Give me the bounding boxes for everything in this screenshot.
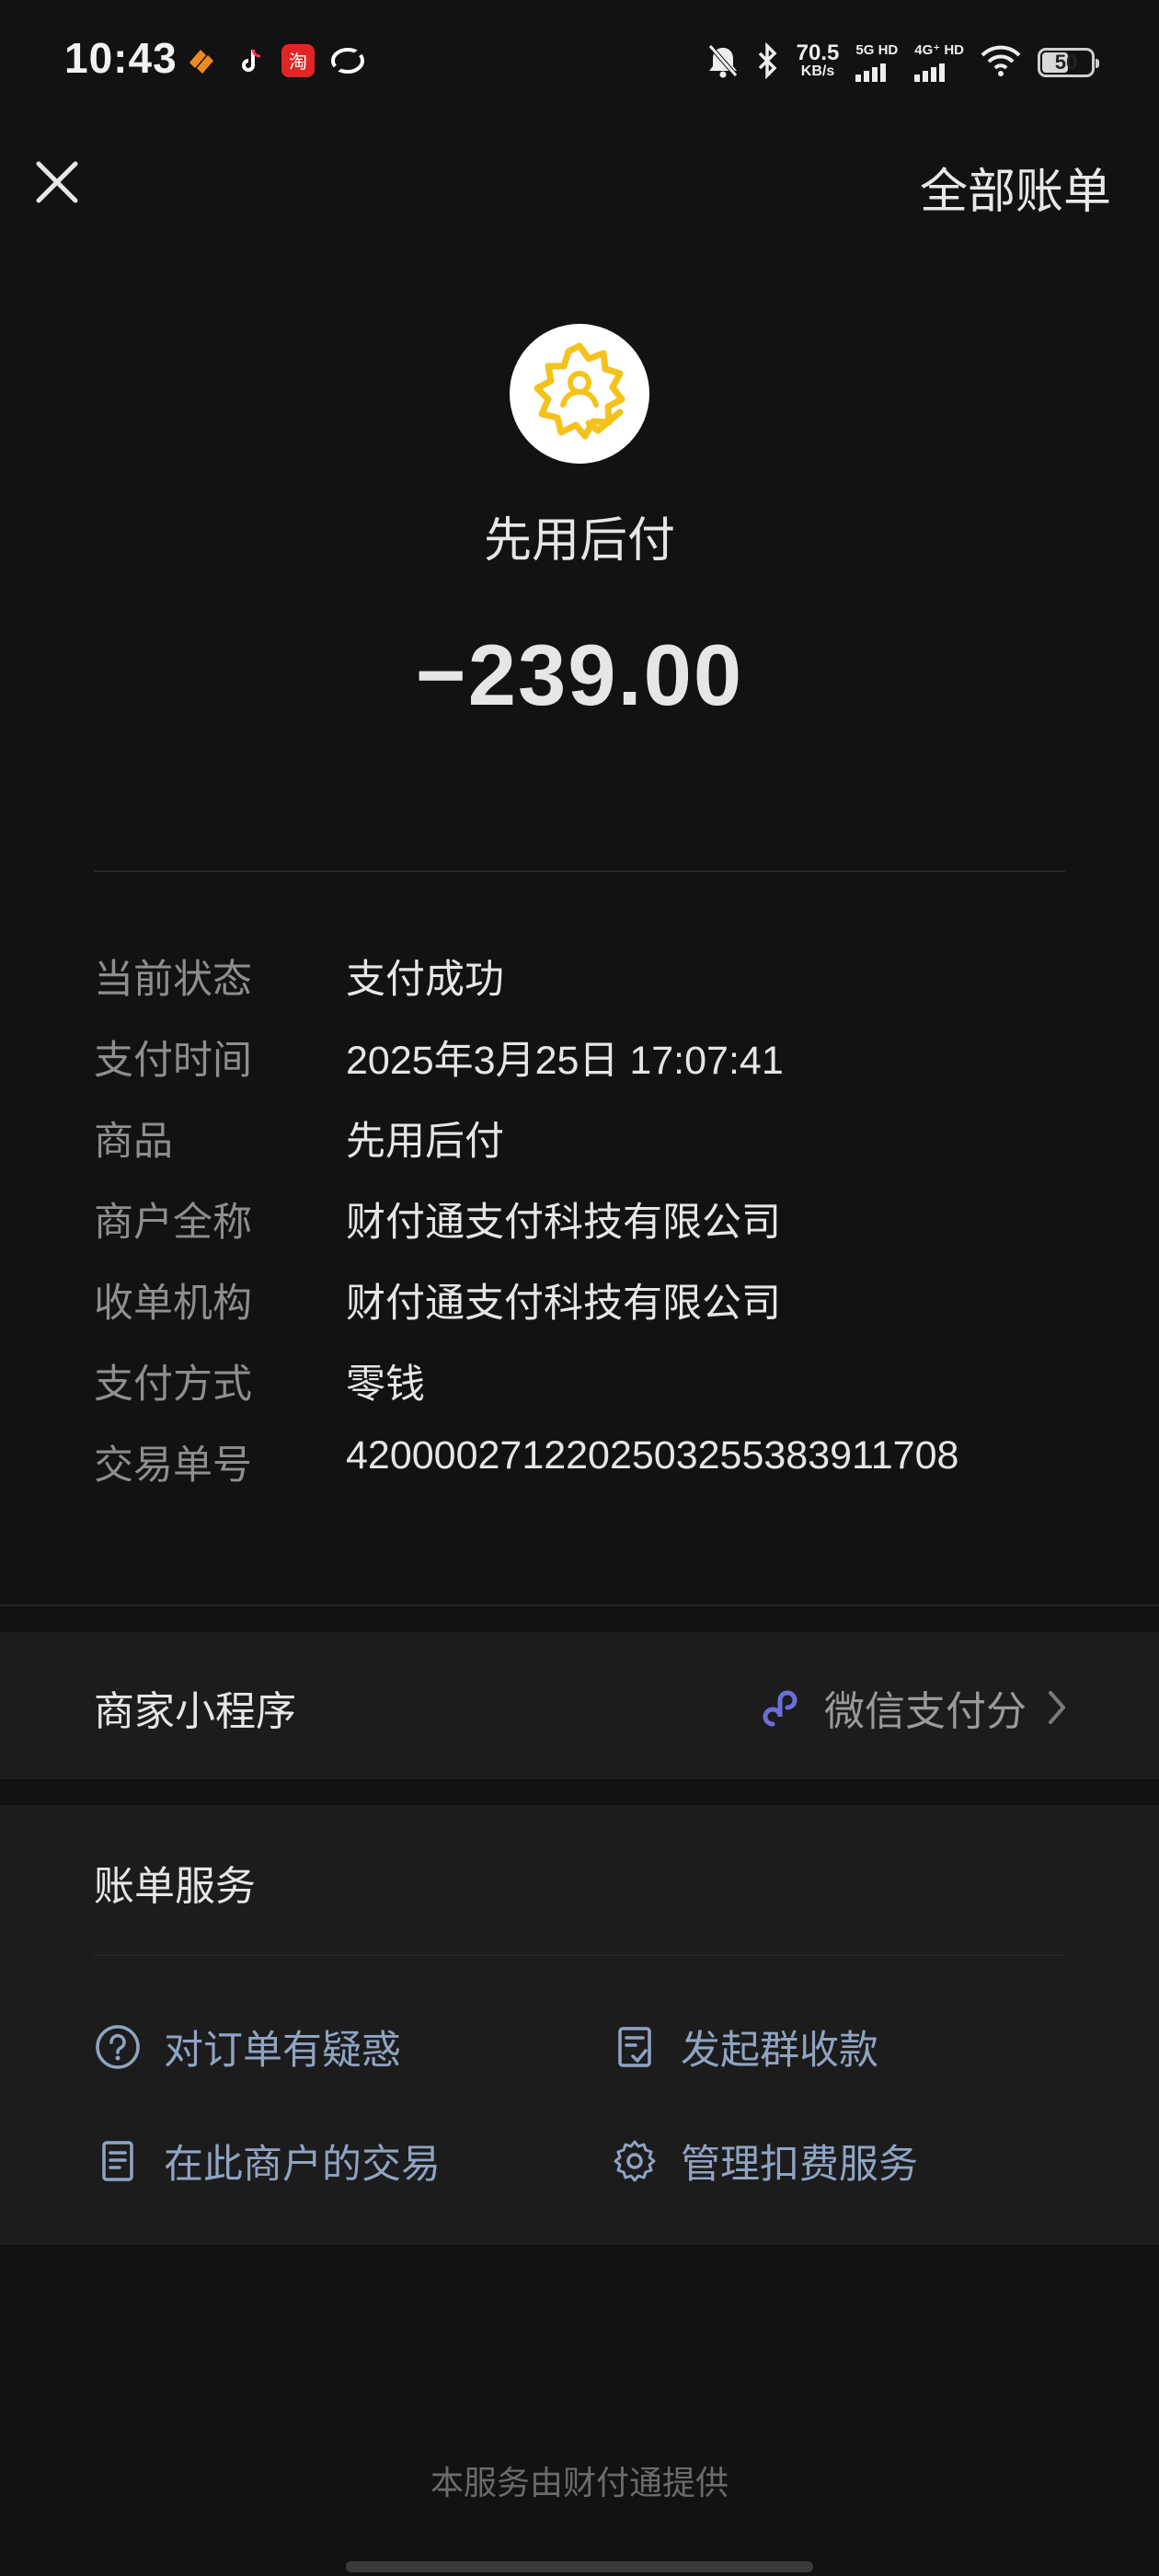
detail-key: 支付时间 <box>94 1039 252 1083</box>
close-button[interactable] <box>31 156 83 208</box>
close-icon <box>36 161 78 203</box>
service-label: 对订单有疑惑 <box>164 2029 401 2073</box>
detail-key: 收单机构 <box>94 1282 252 1326</box>
group-collection-button[interactable]: 发起群收款 <box>611 2018 878 2076</box>
svg-text:淘: 淘 <box>289 51 307 73</box>
status-right-cluster: 70.5 KB/s 5G HD 4G⁺ HD 50 <box>706 37 1099 88</box>
taobao-icon: 淘 <box>281 44 315 77</box>
merchant-name: 先用后付 <box>483 514 675 568</box>
detail-value: 财付通支付科技有限公司 <box>346 1282 781 1326</box>
wifi-icon <box>981 44 1021 82</box>
bill-services-card: 账单服务 对订单有疑惑 发起群收款 在此商户的交易 管理扣费服务 <box>0 1805 1159 2245</box>
app-ring-icon <box>329 44 364 77</box>
service-label: 发起群收款 <box>681 2029 878 2073</box>
service-label: 在此商户的交易 <box>164 2143 441 2187</box>
detail-row-payment-method: 支付方式 零钱 <box>94 1352 1069 1417</box>
question-icon <box>96 2025 140 2069</box>
mini-program-icon <box>763 1690 798 1727</box>
mute-bell-icon <box>706 42 740 84</box>
detail-key: 当前状态 <box>94 958 252 1002</box>
sim1-signal: 5G HD <box>855 43 898 82</box>
tiktok-icon <box>235 44 269 77</box>
detail-key: 交易单号 <box>94 1443 252 1488</box>
detail-key: 商户全称 <box>94 1201 252 1245</box>
detail-key: 支付方式 <box>94 1363 252 1407</box>
merchant-logo <box>510 324 649 464</box>
net-speed: 70.5 KB/s <box>796 40 840 80</box>
divider <box>94 1954 1065 1956</box>
mini-program-name: 微信支付分 <box>824 1689 1027 1734</box>
bluetooth-icon <box>756 41 780 84</box>
document-icon <box>102 2141 133 2181</box>
detail-row-merchant: 商户全称 财付通支付科技有限公司 <box>94 1190 1069 1255</box>
transaction-amount: −239.00 <box>415 627 744 723</box>
detail-value: 2025年3月25日 17:07:41 <box>346 1039 784 1083</box>
all-bills-link[interactable]: 全部账单 <box>920 153 1111 222</box>
detail-row-status: 当前状态 支付成功 <box>94 948 1069 1012</box>
footer-provider-note: 本服务由财付通提供 <box>430 2464 729 2501</box>
sim2-signal: 4G⁺ HD <box>914 43 964 82</box>
divider <box>94 870 1065 872</box>
detail-key: 商品 <box>94 1120 173 1164</box>
detail-value: 支付成功 <box>346 958 504 1002</box>
manage-deduction-button[interactable]: 管理扣费服务 <box>611 2133 918 2190</box>
battery-indicator: 50 <box>1038 48 1099 77</box>
merchant-transactions-button[interactable]: 在此商户的交易 <box>94 2133 441 2190</box>
detail-value: 零钱 <box>346 1363 425 1407</box>
home-indicator[interactable] <box>346 2561 813 2572</box>
detail-row-acquirer: 收单机构 财付通支付科技有限公司 <box>94 1271 1069 1336</box>
detail-value: 财付通支付科技有限公司 <box>346 1201 781 1245</box>
status-time: 10:43 <box>64 34 178 82</box>
signal-bars-icon <box>855 62 887 82</box>
detail-row-transaction-id: 交易单号 4200002712202503255383911708 <box>94 1433 1069 1498</box>
signal-bars-icon <box>914 62 946 82</box>
status-bar: 10:43 淘 70.5 KB/s 5G HD 4G⁺ HD 50 <box>0 0 1159 129</box>
gear-icon <box>614 2140 656 2182</box>
mini-program-card[interactable]: 商家小程序 微信支付分 <box>0 1632 1159 1779</box>
section-divider <box>0 1604 1159 1606</box>
detail-row-time: 支付时间 2025年3月25日 17:07:41 <box>94 1029 1069 1093</box>
detail-value: 先用后付 <box>346 1120 504 1164</box>
services-title: 账单服务 <box>94 1864 256 1909</box>
detail-value[interactable]: 4200002712202503255383911708 <box>346 1433 958 1478</box>
notification-app-orange-icon <box>184 44 217 77</box>
mini-program-link[interactable]: 微信支付分 <box>760 1678 1071 1737</box>
badge-user-icon <box>534 342 625 440</box>
mini-program-label: 商家小程序 <box>94 1689 296 1734</box>
detail-row-product: 商品 先用后付 <box>94 1110 1069 1174</box>
chevron-right-icon <box>1049 1691 1065 1724</box>
order-question-button[interactable]: 对订单有疑惑 <box>94 2018 401 2076</box>
checklist-icon <box>618 2027 651 2067</box>
service-label: 管理扣费服务 <box>681 2143 918 2187</box>
